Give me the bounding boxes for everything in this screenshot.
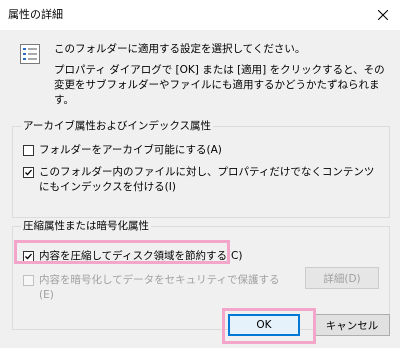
encrypt-checkbox-label: 内容を暗号化してデータをセキュリティで保護する(E) (39, 274, 280, 301)
archive-index-group: アーカイブ属性およびインデックス属性 フォルダーをアーカイブ可能にする(A) こ… (12, 119, 390, 218)
title-bar: 属性の詳細 (0, 0, 400, 30)
compress-checkbox[interactable] (23, 251, 34, 262)
index-checkbox[interactable] (23, 167, 34, 178)
ok-button-label: OK (256, 319, 272, 331)
intro-line-1: このフォルダーに適用する設定を選択してください。 (54, 43, 306, 55)
compress-encrypt-group-title: 圧縮属性または暗号化属性 (21, 219, 151, 233)
window-title: 属性の詳細 (8, 8, 63, 21)
intro-line-2: プロパティ ダイアログで [OK] または [適用] をクリックすると、その変更… (54, 64, 385, 106)
compress-checkbox-row[interactable]: 内容を圧縮してディスク領域を節約する(C) (23, 249, 323, 264)
encrypt-checkbox-row: 内容を暗号化してデータをセキュリティで保護する(E) (23, 273, 293, 303)
details-button: 詳細(D) (305, 267, 379, 289)
details-button-label: 詳細(D) (323, 272, 361, 285)
archive-checkbox-label[interactable]: フォルダーをアーカイブ可能にする(A) (39, 143, 222, 158)
index-checkbox-row[interactable]: このフォルダー内のファイルに対し、プロパティだけでなくコンテンツにもインデックス… (23, 165, 375, 195)
checkmark-icon (25, 169, 32, 176)
intro-text: このフォルダーに適用する設定を選択してください。 プロパティ ダイアログで [O… (54, 42, 390, 108)
compress-checkbox-label[interactable]: 内容を圧縮してディスク領域を節約する(C) (39, 249, 242, 264)
archive-index-group-title: アーカイブ属性およびインデックス属性 (21, 119, 214, 133)
cancel-button-label: キャンセル (325, 319, 379, 332)
index-checkbox-label[interactable]: このフォルダー内のファイルに対し、プロパティだけでなくコンテンツにもインデックス… (39, 165, 375, 195)
checkmark-icon (25, 253, 32, 260)
settings-list-icon (20, 44, 40, 64)
archive-checkbox[interactable] (23, 145, 34, 156)
close-icon (378, 10, 388, 20)
advanced-attributes-dialog: 属性の詳細 このフォルダーに適用する設定を選択してください。 プロパティ ダイア… (0, 0, 400, 348)
close-button[interactable] (366, 0, 400, 30)
cancel-button[interactable]: キャンセル (314, 314, 390, 336)
dialog-body: このフォルダーに適用する設定を選択してください。 プロパティ ダイアログで [O… (0, 30, 400, 348)
encrypt-checkbox (23, 275, 34, 286)
ok-button[interactable]: OK (228, 314, 300, 336)
archive-checkbox-row[interactable]: フォルダーをアーカイブ可能にする(A) (23, 143, 383, 158)
